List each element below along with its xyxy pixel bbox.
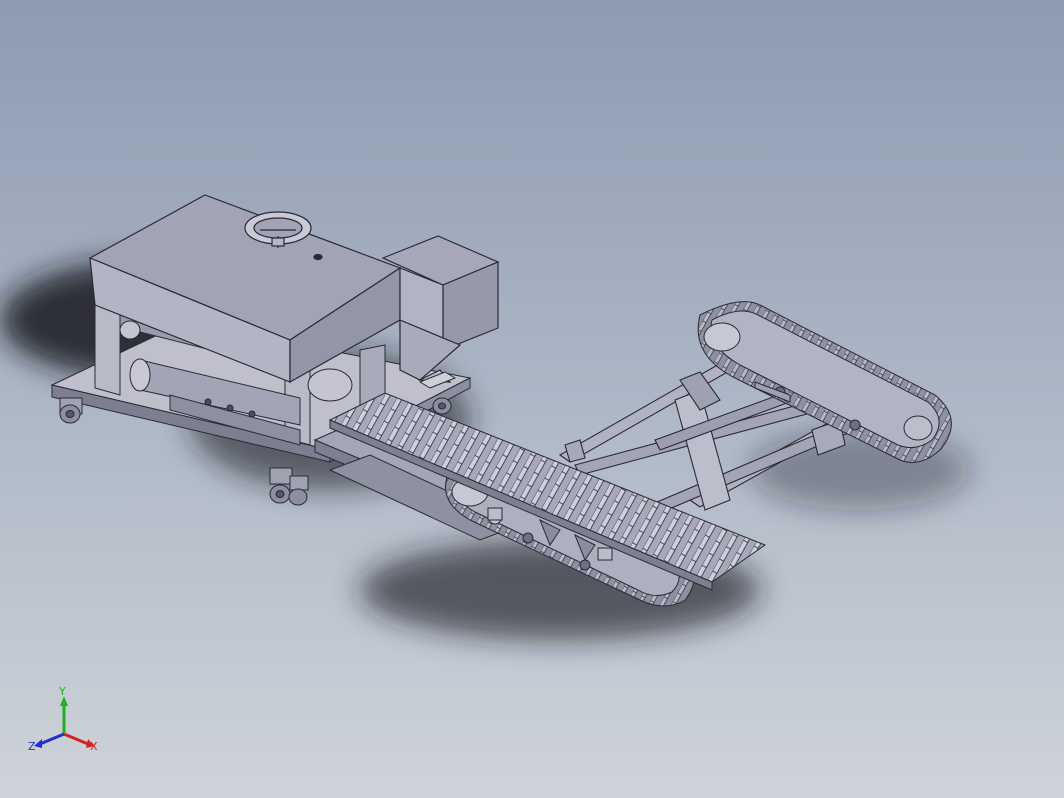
caster-wheel — [59, 397, 83, 424]
orientation-triad[interactable]: X Y Z — [22, 686, 112, 756]
caster-wheel — [432, 397, 452, 415]
model-view[interactable] — [0, 0, 1064, 798]
z-axis-arrow — [39, 732, 65, 746]
x-axis-label: X — [90, 740, 98, 753]
y-axis-label: Y — [58, 686, 66, 698]
engine-box — [381, 235, 500, 383]
graphics-viewport[interactable]: X Y Z — [0, 0, 1064, 798]
z-axis-label: Z — [28, 740, 36, 753]
x-axis-arrow — [63, 732, 89, 746]
